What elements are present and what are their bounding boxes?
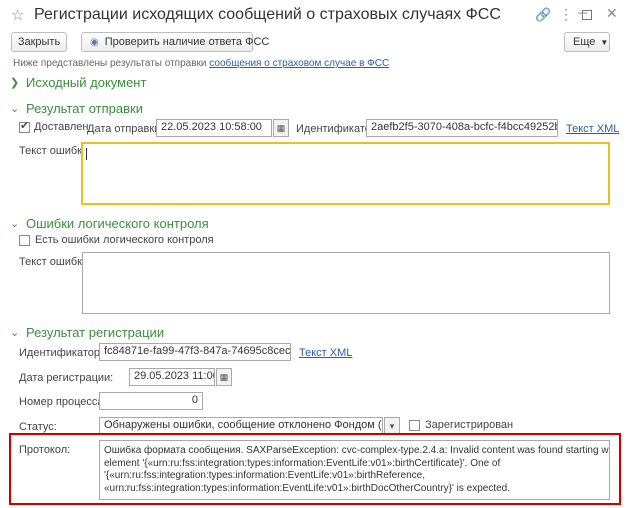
maximize-icon[interactable] bbox=[582, 10, 592, 20]
registered-checkbox-row[interactable]: Зарегистрирован bbox=[409, 419, 513, 431]
logic-error-textarea[interactable] bbox=[82, 252, 610, 314]
info-line: Ниже представлены результаты отправки со… bbox=[13, 58, 389, 69]
logic-errors-label: Есть ошибки логического контроля bbox=[35, 234, 214, 246]
process-number-field[interactable]: 0 bbox=[99, 392, 203, 410]
section-send-result[interactable]: ⌄ Результат отправки bbox=[10, 101, 143, 116]
reg-date-label: Дата регистрации: bbox=[19, 372, 114, 384]
protocol-line: Ошибка формата сообщения. SAXParseExcept… bbox=[104, 445, 610, 456]
send-error-textarea[interactable] bbox=[81, 142, 610, 205]
section-send-result-title: Результат отправки bbox=[26, 101, 143, 116]
close-button[interactable]: Закрыть bbox=[11, 32, 67, 52]
send-date-label: Дата отправки: bbox=[87, 123, 164, 135]
delivered-checkbox-row[interactable]: ✔ Доставлен bbox=[19, 119, 89, 133]
favorite-star-icon[interactable]: ☆ bbox=[11, 6, 24, 24]
send-xml-link[interactable]: Текст XML bbox=[566, 123, 619, 135]
chevron-right-icon: ❯ bbox=[10, 77, 20, 89]
send-id-field[interactable]: 2aefb2f5-3070-408a-bcfc-f4bcc49252b6 bbox=[366, 119, 558, 137]
protocol-line: element '{«urn:ru:fss:integration:types:… bbox=[104, 457, 501, 469]
more-vertical-icon[interactable]: ⋮ bbox=[559, 6, 573, 23]
logic-errors-checkbox-row[interactable]: Есть ошибки логического контроля bbox=[19, 234, 214, 246]
logic-errors-checkbox[interactable] bbox=[19, 234, 30, 246]
delivered-label: Доставлен bbox=[34, 121, 89, 133]
check-fss-answer-button[interactable]: ◉ Проверить наличие ответа ФСС bbox=[81, 32, 269, 52]
check-fss-answer-label: Проверить наличие ответа ФСС bbox=[104, 36, 270, 48]
chevron-down-icon: ⌄ bbox=[10, 218, 20, 230]
close-icon[interactable]: ✕ bbox=[606, 5, 618, 22]
reg-date-field[interactable]: 29.05.2023 11:00:00 bbox=[129, 368, 215, 386]
checkmark-icon: ✔ bbox=[20, 119, 30, 132]
chevron-down-icon: ⌄ bbox=[10, 103, 20, 115]
fss-message-link[interactable]: сообщения о страховом случае в ФСС bbox=[209, 58, 389, 69]
status-label: Статус: bbox=[19, 421, 57, 433]
reg-xml-link[interactable]: Текст XML bbox=[299, 347, 352, 359]
process-number-label: Номер процесса: bbox=[19, 396, 107, 408]
section-logic-control-title: Ошибки логического контроля bbox=[26, 216, 209, 231]
send-date-field[interactable]: 22.05.2023 10:58:00 bbox=[156, 119, 272, 137]
section-registration-result[interactable]: ⌄ Результат регистрации bbox=[10, 325, 164, 340]
protocol-line: '{«urn:ru:fss:integration:types:informat… bbox=[104, 470, 425, 481]
window-title: Регистрации исходящих сообщений о страхо… bbox=[34, 6, 501, 23]
calendar-icon[interactable]: ▦ bbox=[216, 368, 232, 386]
chevron-down-icon: ⌄ bbox=[10, 327, 20, 339]
reg-id-field[interactable]: fc84871e-fa99-47f3-847a-74695c8cecb9 bbox=[99, 343, 291, 361]
delivered-checkbox[interactable]: ✔ bbox=[19, 119, 30, 133]
text-cursor bbox=[86, 148, 87, 160]
more-label: Еще bbox=[573, 36, 596, 48]
calendar-icon[interactable]: ▦ bbox=[273, 119, 289, 137]
chevron-down-icon: ▼ bbox=[600, 37, 609, 47]
section-source-document-title: Исходный документ bbox=[26, 75, 147, 90]
link-icon[interactable]: 🔗 bbox=[535, 7, 551, 23]
section-registration-result-title: Результат регистрации bbox=[26, 325, 165, 340]
section-logic-control[interactable]: ⌄ Ошибки логического контроля bbox=[10, 216, 209, 231]
protocol-textarea[interactable]: Ошибка формата сообщения. SAXParseExcept… bbox=[99, 440, 610, 500]
section-source-document[interactable]: ❯ Исходный документ bbox=[10, 75, 146, 90]
check-icon: ◉ bbox=[90, 36, 99, 48]
logic-error-label: Текст ошибки: bbox=[19, 256, 92, 268]
info-prefix: Ниже представлены результаты отправки bbox=[13, 58, 207, 69]
more-button[interactable]: Еще ▼ bbox=[564, 32, 610, 52]
registered-checkbox[interactable] bbox=[409, 419, 420, 431]
reg-id-label: Идентификатор: bbox=[19, 347, 104, 359]
protocol-label: Протокол: bbox=[19, 444, 71, 456]
protocol-line: «urn:ru:fss:integration:types:informatio… bbox=[104, 482, 511, 494]
registered-label: Зарегистрирован bbox=[425, 419, 514, 431]
